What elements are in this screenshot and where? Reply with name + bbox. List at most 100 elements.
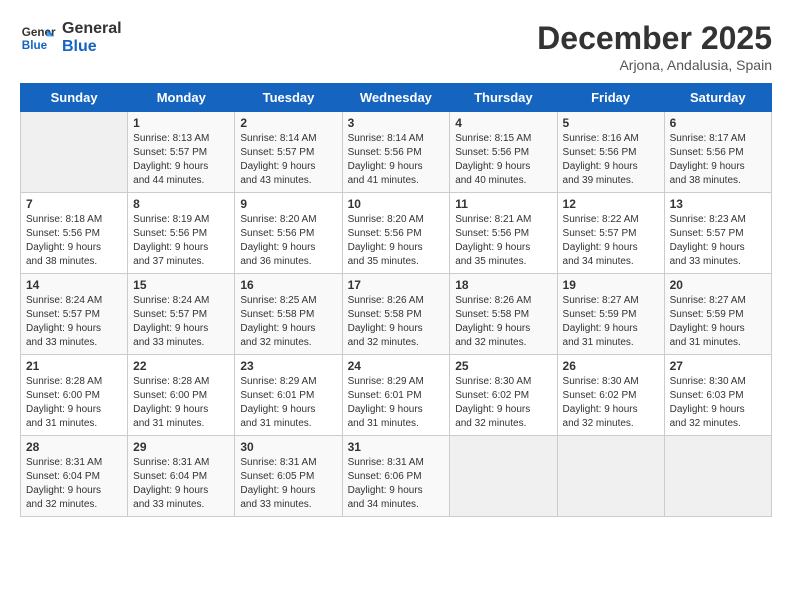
day-info: Sunrise: 8:18 AM Sunset: 5:56 PM Dayligh… — [26, 213, 122, 269]
calendar-cell: 29Sunrise: 8:31 AM Sunset: 6:04 PM Dayli… — [128, 436, 235, 517]
calendar-cell: 24 Sunrise: 8:29 AM Sunset: 6:01 PM Dayli… — [342, 355, 450, 436]
calendar-cell: 6 Sunrise: 8:17 AM Sunset: 5:56 PM Daylig… — [664, 112, 771, 193]
day-info: Sunrise: 8:16 AM Sunset: 5:56 PM Dayligh… — [563, 132, 659, 188]
calendar-week-row: 7 Sunrise: 8:18 AM Sunset: 5:56 PM Daylig… — [21, 193, 772, 274]
calendar-cell: 31Sunrise: 8:31 AM Sunset: 6:06 PM Dayli… — [342, 436, 450, 517]
day-of-week-header: Wednesday — [342, 84, 450, 112]
calendar-cell: 7 Sunrise: 8:18 AM Sunset: 5:56 PM Daylig… — [21, 193, 128, 274]
day-info: Sunrise: 8:20 AM Sunset: 5:56 PM Dayligh… — [348, 213, 445, 269]
day-info: Sunrise: 8:27 AM Sunset: 5:59 PM Dayligh… — [563, 294, 659, 350]
day-number: 15 — [133, 278, 229, 292]
logo-line1: General — [62, 20, 122, 38]
day-info: Sunrise: 8:19 AM Sunset: 5:56 PM Dayligh… — [133, 213, 229, 269]
day-info: Sunrise: 8:14 AM Sunset: 5:56 PM Dayligh… — [348, 132, 445, 188]
calendar-cell: 3 Sunrise: 8:14 AM Sunset: 5:56 PM Daylig… — [342, 112, 450, 193]
calendar-week-row: 1Sunrise: 8:13 AM Sunset: 5:57 PM Daylig… — [21, 112, 772, 193]
day-number: 24 — [348, 359, 445, 373]
calendar-cell: 12 Sunrise: 8:22 AM Sunset: 5:57 PM Dayli… — [557, 193, 664, 274]
calendar-cell: 18 Sunrise: 8:26 AM Sunset: 5:58 PM Dayli… — [450, 274, 557, 355]
day-number: 12 — [563, 197, 659, 211]
day-number: 18 — [455, 278, 551, 292]
day-number: 14 — [26, 278, 122, 292]
calendar-cell: 4Sunrise: 8:15 AM Sunset: 5:56 PM Daylig… — [450, 112, 557, 193]
day-info: Sunrise: 8:31 AM Sunset: 6:05 PM Dayligh… — [240, 456, 336, 512]
day-number: 30 — [240, 440, 336, 454]
day-info: Sunrise: 8:23 AM Sunset: 5:57 PM Dayligh… — [670, 213, 766, 269]
calendar-cell: 15 Sunrise: 8:24 AM Sunset: 5:57 PM Dayli… — [128, 274, 235, 355]
svg-text:General: General — [22, 27, 56, 40]
calendar-cell: 14Sunrise: 8:24 AM Sunset: 5:57 PM Dayli… — [21, 274, 128, 355]
day-info: Sunrise: 8:22 AM Sunset: 5:57 PM Dayligh… — [563, 213, 659, 269]
day-info: Sunrise: 8:30 AM Sunset: 6:02 PM Dayligh… — [563, 375, 659, 431]
calendar-cell: 30 Sunrise: 8:31 AM Sunset: 6:05 PM Dayli… — [235, 436, 342, 517]
day-info: Sunrise: 8:29 AM Sunset: 6:01 PM Dayligh… — [240, 375, 336, 431]
day-number: 9 — [240, 197, 336, 211]
calendar-week-row: 28 Sunrise: 8:31 AM Sunset: 6:04 PM Dayli… — [21, 436, 772, 517]
day-number: 2 — [240, 116, 336, 130]
day-info: Sunrise: 8:30 AM Sunset: 6:02 PM Dayligh… — [455, 375, 551, 431]
day-number: 19 — [563, 278, 659, 292]
calendar-cell: 8 Sunrise: 8:19 AM Sunset: 5:56 PM Daylig… — [128, 193, 235, 274]
calendar-cell — [21, 112, 128, 193]
calendar-cell: 28Sunrise: 8:31 AM Sunset: 6:04 PM Dayli… — [21, 436, 128, 517]
day-info: Sunrise: 8:26 AM Sunset: 5:58 PM Dayligh… — [348, 294, 445, 350]
location-subtitle: Arjona, Andalusia, Spain — [537, 57, 772, 73]
day-number: 13 — [670, 197, 766, 211]
day-info: Sunrise: 8:26 AM Sunset: 5:58 PM Dayligh… — [455, 294, 551, 350]
calendar-cell: 27 Sunrise: 8:30 AM Sunset: 6:03 PM Dayli… — [664, 355, 771, 436]
calendar-week-row: 21Sunrise: 8:28 AM Sunset: 6:00 PM Dayli… — [21, 355, 772, 436]
day-of-week-header: Saturday — [664, 84, 771, 112]
day-info: Sunrise: 8:25 AM Sunset: 5:58 PM Dayligh… — [240, 294, 336, 350]
day-info: Sunrise: 8:17 AM Sunset: 5:56 PM Dayligh… — [670, 132, 766, 188]
calendar-cell: 22Sunrise: 8:28 AM Sunset: 6:00 PM Dayli… — [128, 355, 235, 436]
day-info: Sunrise: 8:14 AM Sunset: 5:57 PM Dayligh… — [240, 132, 336, 188]
day-of-week-header: Monday — [128, 84, 235, 112]
svg-text:Blue: Blue — [22, 39, 48, 52]
day-info: Sunrise: 8:21 AM Sunset: 5:56 PM Dayligh… — [455, 213, 551, 269]
day-number: 7 — [26, 197, 122, 211]
calendar-header-row: SundayMondayTuesdayWednesdayThursdayFrid… — [21, 84, 772, 112]
day-number: 6 — [670, 116, 766, 130]
day-number: 28 — [26, 440, 122, 454]
calendar-cell: 13 Sunrise: 8:23 AM Sunset: 5:57 PM Dayli… — [664, 193, 771, 274]
day-number: 21 — [26, 359, 122, 373]
day-info: Sunrise: 8:29 AM Sunset: 6:01 PM Dayligh… — [348, 375, 445, 431]
calendar-cell: 5Sunrise: 8:16 AM Sunset: 5:56 PM Daylig… — [557, 112, 664, 193]
day-info: Sunrise: 8:31 AM Sunset: 6:04 PM Dayligh… — [133, 456, 229, 512]
day-number: 8 — [133, 197, 229, 211]
day-of-week-header: Thursday — [450, 84, 557, 112]
day-number: 31 — [348, 440, 445, 454]
day-of-week-header: Tuesday — [235, 84, 342, 112]
page-header: General Blue General Blue December 2025 … — [20, 20, 772, 73]
logo-icon: General Blue — [20, 20, 56, 56]
month-year-title: December 2025 — [537, 20, 772, 57]
day-number: 16 — [240, 278, 336, 292]
day-number: 17 — [348, 278, 445, 292]
day-number: 11 — [455, 197, 551, 211]
day-number: 25 — [455, 359, 551, 373]
day-number: 20 — [670, 278, 766, 292]
day-info: Sunrise: 8:20 AM Sunset: 5:56 PM Dayligh… — [240, 213, 336, 269]
day-of-week-header: Sunday — [21, 84, 128, 112]
calendar-cell: 20 Sunrise: 8:27 AM Sunset: 5:59 PM Dayli… — [664, 274, 771, 355]
day-number: 27 — [670, 359, 766, 373]
day-info: Sunrise: 8:30 AM Sunset: 6:03 PM Dayligh… — [670, 375, 766, 431]
calendar-cell — [664, 436, 771, 517]
calendar-cell: 9 Sunrise: 8:20 AM Sunset: 5:56 PM Daylig… — [235, 193, 342, 274]
day-number: 26 — [563, 359, 659, 373]
day-number: 22 — [133, 359, 229, 373]
day-info: Sunrise: 8:24 AM Sunset: 5:57 PM Dayligh… — [133, 294, 229, 350]
calendar-cell: 25 Sunrise: 8:30 AM Sunset: 6:02 PM Dayli… — [450, 355, 557, 436]
day-number: 10 — [348, 197, 445, 211]
calendar-cell — [557, 436, 664, 517]
calendar-table: SundayMondayTuesdayWednesdayThursdayFrid… — [20, 83, 772, 517]
day-number: 3 — [348, 116, 445, 130]
logo: General Blue General Blue — [20, 20, 122, 57]
calendar-cell: 2 Sunrise: 8:14 AM Sunset: 5:57 PM Daylig… — [235, 112, 342, 193]
logo-line2: Blue — [62, 38, 122, 56]
day-number: 1 — [133, 116, 229, 130]
calendar-cell: 19 Sunrise: 8:27 AM Sunset: 5:59 PM Dayli… — [557, 274, 664, 355]
calendar-cell: 16 Sunrise: 8:25 AM Sunset: 5:58 PM Dayli… — [235, 274, 342, 355]
day-info: Sunrise: 8:27 AM Sunset: 5:59 PM Dayligh… — [670, 294, 766, 350]
calendar-week-row: 14 Sunrise: 8:24 AM Sunset: 5:57 PM Dayli… — [21, 274, 772, 355]
